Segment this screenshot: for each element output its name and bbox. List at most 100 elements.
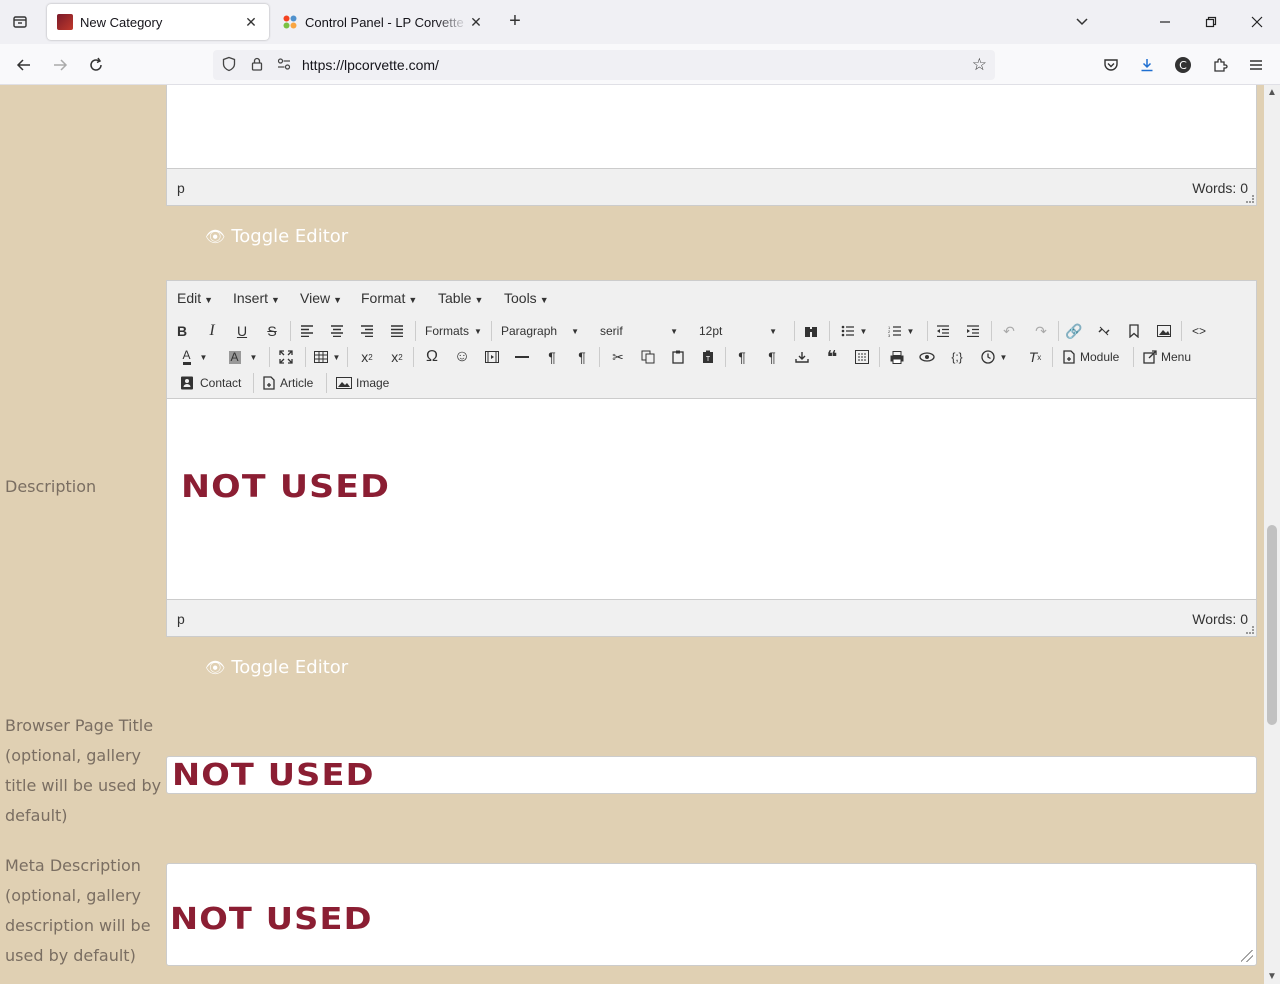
menu-tools[interactable]: Tools ▼ xyxy=(504,290,549,306)
resize-handle-icon[interactable] xyxy=(1246,626,1254,634)
extensions-icon[interactable] xyxy=(1207,52,1233,78)
bold-icon[interactable]: B xyxy=(170,319,194,343)
font-family-select[interactable]: serif ▼ xyxy=(596,319,682,343)
insert-datetime-icon[interactable]: ▼ xyxy=(975,345,1013,369)
description-content[interactable]: NOT USED xyxy=(181,469,390,505)
indent-icon[interactable] xyxy=(961,319,985,343)
visual-chars-icon[interactable]: ¶ xyxy=(760,345,784,369)
text-color-icon[interactable]: A ▼ xyxy=(175,345,215,369)
bullet-list-icon[interactable]: ▼ xyxy=(835,319,873,343)
top-editor[interactable]: p Words: 0 xyxy=(166,85,1257,206)
new-tab-icon[interactable]: + xyxy=(503,10,527,34)
close-tab-icon[interactable]: ✕ xyxy=(468,14,484,31)
block-format-select[interactable]: Paragraph ▼ xyxy=(497,319,583,343)
horizontal-rule-icon[interactable] xyxy=(510,345,534,369)
tab-new-category[interactable]: New Category ✕ xyxy=(47,4,269,40)
insert-article-button[interactable]: Article xyxy=(258,371,317,395)
source-code-icon[interactable]: <> xyxy=(1187,319,1211,343)
underline-icon[interactable]: U xyxy=(230,319,254,343)
scroll-down-icon[interactable]: ▼ xyxy=(1266,971,1278,982)
subscript-icon[interactable]: x2 xyxy=(355,345,379,369)
preview-icon[interactable] xyxy=(915,345,939,369)
menu-format[interactable]: Format ▼ xyxy=(361,290,417,306)
insert-image-button[interactable]: Image xyxy=(332,371,393,395)
cut-icon[interactable]: ✂ xyxy=(606,345,630,369)
align-right-icon[interactable] xyxy=(355,319,379,343)
rtl-icon[interactable]: ¶ xyxy=(570,345,594,369)
toggle-editor-button[interactable]: 👁 Toggle Editor xyxy=(205,657,348,678)
find-replace-icon[interactable] xyxy=(799,319,823,343)
close-window-icon[interactable] xyxy=(1242,8,1272,36)
resize-handle-icon[interactable] xyxy=(1246,195,1254,203)
address-bar[interactable]: https://lpcorvette.com/ ☆ xyxy=(213,50,995,80)
pocket-icon[interactable] xyxy=(1098,52,1124,78)
permissions-icon[interactable] xyxy=(275,56,293,74)
template-vars-icon[interactable]: {;} xyxy=(945,345,969,369)
bookmark-star-icon[interactable]: ☆ xyxy=(972,55,987,75)
insert-image-icon[interactable] xyxy=(1152,319,1176,343)
superscript-icon[interactable]: x2 xyxy=(385,345,409,369)
align-justify-icon[interactable] xyxy=(385,319,409,343)
resize-handle-icon[interactable] xyxy=(1241,950,1253,962)
url-text[interactable]: https://lpcorvette.com/ xyxy=(302,57,439,73)
anchor-icon[interactable] xyxy=(1122,319,1146,343)
outdent-icon[interactable] xyxy=(931,319,955,343)
list-all-tabs-icon[interactable] xyxy=(1067,8,1097,36)
special-character-icon[interactable]: Ω xyxy=(420,345,444,369)
element-path[interactable]: p xyxy=(177,180,185,196)
insert-template-icon[interactable] xyxy=(790,345,814,369)
reload-icon[interactable] xyxy=(83,52,109,78)
tab-control-panel[interactable]: Control Panel - LP Corvette - 20 ✕ xyxy=(272,4,494,40)
numbered-list-icon[interactable]: 1 2 3 ▼ xyxy=(882,319,920,343)
formats-dropdown[interactable]: Formats ▼ xyxy=(421,319,486,343)
print-icon[interactable] xyxy=(885,345,909,369)
insert-menu-button[interactable]: Menu xyxy=(1139,345,1195,369)
insert-module-button[interactable]: Module xyxy=(1058,345,1123,369)
page-scrollbar[interactable]: ▲ ▼ xyxy=(1264,85,1280,984)
minimize-icon[interactable] xyxy=(1150,8,1180,36)
browser-page-title-input[interactable]: NOT USED xyxy=(166,756,1257,794)
downloads-icon[interactable] xyxy=(1134,52,1160,78)
paste-text-icon[interactable]: T xyxy=(696,345,720,369)
tab-list-icon[interactable] xyxy=(8,10,32,34)
menu-view[interactable]: View ▼ xyxy=(300,290,342,306)
redo-icon[interactable]: ↷ xyxy=(1029,319,1053,343)
toggle-editor-button[interactable]: 👁 Toggle Editor xyxy=(205,226,348,247)
scroll-up-icon[interactable]: ▲ xyxy=(1266,87,1278,98)
scrollbar-thumb[interactable] xyxy=(1267,525,1277,725)
element-path[interactable]: p xyxy=(177,611,185,627)
meta-description-textarea[interactable]: NOT USED xyxy=(166,863,1257,966)
app-menu-icon[interactable] xyxy=(1243,52,1269,78)
menu-insert[interactable]: Insert ▼ xyxy=(233,290,280,306)
ltr-icon[interactable]: ¶ xyxy=(540,345,564,369)
align-left-icon[interactable] xyxy=(295,319,319,343)
description-editor[interactable]: Edit ▼ Insert ▼ View ▼ Format ▼ Table ▼ Tools… xyxy=(166,280,1257,637)
fullscreen-icon[interactable] xyxy=(274,345,298,369)
italic-icon[interactable]: I xyxy=(200,319,224,343)
restore-icon[interactable] xyxy=(1196,8,1226,36)
background-color-icon[interactable]: A ▼ xyxy=(223,345,263,369)
shield-icon[interactable] xyxy=(220,56,238,74)
account-avatar-icon[interactable]: C xyxy=(1170,52,1196,78)
back-icon[interactable] xyxy=(11,52,37,78)
align-center-icon[interactable] xyxy=(325,319,349,343)
insert-contact-button[interactable]: Contact xyxy=(176,371,245,395)
forward-icon[interactable] xyxy=(47,52,73,78)
font-size-select[interactable]: 12pt ▼ xyxy=(695,319,781,343)
undo-icon[interactable]: ↶ xyxy=(997,319,1021,343)
media-icon[interactable] xyxy=(480,345,504,369)
menu-edit[interactable]: Edit ▼ xyxy=(177,290,213,306)
blockquote-icon[interactable]: ❝ xyxy=(820,345,844,369)
copy-icon[interactable] xyxy=(636,345,660,369)
close-tab-icon[interactable]: ✕ xyxy=(243,14,259,31)
unlink-icon[interactable] xyxy=(1092,319,1116,343)
clear-formatting-icon[interactable]: Tx xyxy=(1023,345,1047,369)
paste-icon[interactable] xyxy=(666,345,690,369)
emoticons-icon[interactable]: ☺ xyxy=(450,345,474,369)
show-blocks-icon[interactable]: ¶ xyxy=(730,345,754,369)
code-sample-icon[interactable] xyxy=(850,345,874,369)
strikethrough-icon[interactable]: S xyxy=(260,319,284,343)
table-icon[interactable]: ▼ xyxy=(311,345,343,369)
lock-icon[interactable] xyxy=(248,56,266,74)
menu-table[interactable]: Table ▼ xyxy=(438,290,483,306)
